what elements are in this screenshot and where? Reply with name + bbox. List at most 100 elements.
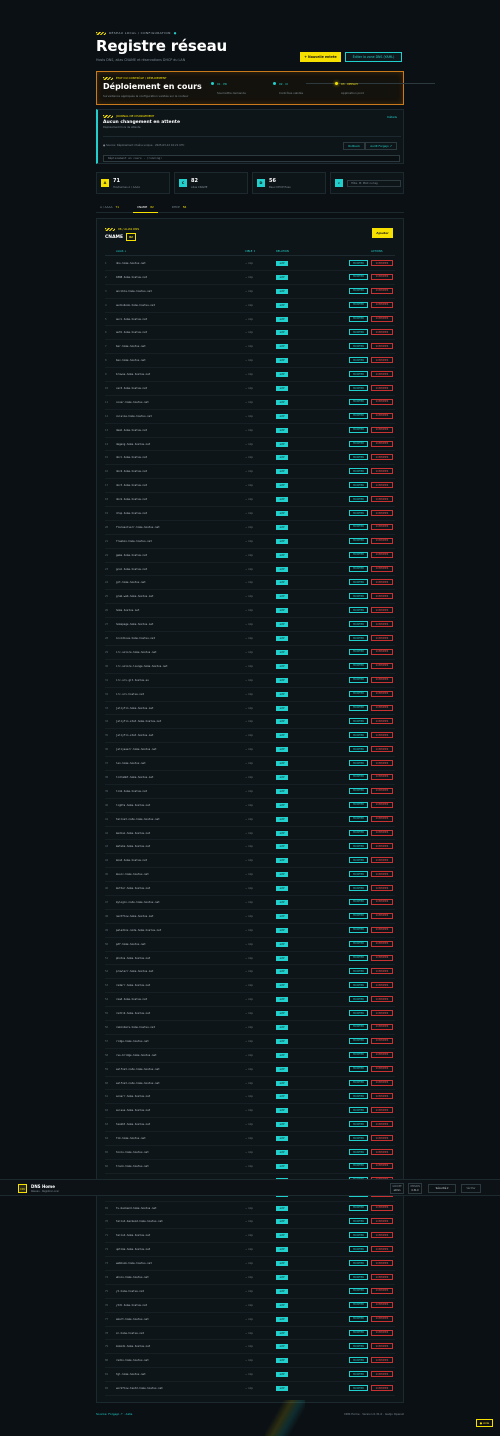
edit-button[interactable]: MODIFIER [349,940,368,947]
delete-button[interactable]: SUPPRIMER [371,1246,393,1253]
delete-button[interactable]: SUPPRIMER [371,898,393,905]
delete-button[interactable]: SUPPRIMER [371,440,393,447]
col-alias[interactable]: ALIAS ↓ [116,250,126,253]
edit-button[interactable]: MODIFIER [349,926,368,933]
edit-button[interactable]: MODIFIER [349,1343,368,1350]
delete-button[interactable]: SUPPRIMER [371,1065,393,1072]
delete-button[interactable]: SUPPRIMER [371,1149,393,1155]
rollback-button[interactable]: Rollback [343,142,365,150]
delete-button[interactable]: SUPPRIMER [371,1274,393,1281]
edit-button[interactable]: MODIFIER [349,1232,368,1239]
delete-button[interactable]: SUPPRIMER [371,1037,393,1044]
delete-button[interactable]: SUPPRIMER [371,579,393,586]
add-button[interactable]: Ajouter [372,228,393,238]
edit-button[interactable]: MODIFIER [349,829,368,836]
col-target[interactable]: CIBLE ↕ [245,250,255,253]
delete-button[interactable]: SUPPRIMER [371,329,393,336]
delete-button[interactable]: SUPPRIMER [371,607,393,614]
delete-button[interactable]: SUPPRIMER [371,843,393,850]
delete-button[interactable]: SUPPRIMER [371,426,393,433]
edit-button[interactable]: MODIFIER [349,1371,368,1378]
edit-button[interactable]: MODIFIER [349,1107,368,1114]
edit-button[interactable]: MODIFIER [349,871,368,878]
edit-button[interactable]: MODIFIER [349,968,368,975]
security-select[interactable]: Sécurité ▾ [428,1184,456,1193]
edit-button[interactable]: MODIFIER [349,593,368,600]
delete-button[interactable]: SUPPRIMER [371,482,393,489]
edit-button[interactable]: MODIFIER [349,635,368,642]
edit-button[interactable]: MODIFIER [349,343,368,350]
help-button[interactable]: ● Aide [476,1419,493,1427]
edit-button[interactable]: MODIFIER [349,454,368,461]
journal-details-link[interactable]: Détails [387,115,397,119]
edit-button[interactable]: MODIFIER [349,398,368,405]
edit-button[interactable]: MODIFIER [349,898,368,905]
edit-button[interactable]: MODIFIER [349,523,368,530]
edit-button[interactable]: MODIFIER [349,746,368,753]
delete-button[interactable]: SUPPRIMER [371,1162,393,1169]
delete-button[interactable]: SUPPRIMER [371,662,393,669]
edit-button[interactable]: MODIFIER [349,676,368,683]
edit-button[interactable]: MODIFIER [349,760,368,767]
edit-button[interactable]: MODIFIER [349,1135,368,1142]
edit-button[interactable]: MODIFIER [349,996,368,1003]
delete-button[interactable]: SUPPRIMER [371,718,393,725]
edit-button[interactable]: MODIFIER [349,440,368,447]
delete-button[interactable]: SUPPRIMER [371,510,393,517]
edit-button[interactable]: MODIFIER [349,732,368,739]
edit-button[interactable]: MODIFIER [349,1385,368,1392]
delete-button[interactable]: SUPPRIMER [371,551,393,558]
edit-button[interactable]: MODIFIER [349,551,368,558]
audit-button[interactable]: Audit Forgejo ↗ [365,142,397,150]
delete-button[interactable]: SUPPRIMER [371,371,393,378]
delete-button[interactable]: SUPPRIMER [371,1204,393,1211]
edit-button[interactable]: MODIFIER [349,482,368,489]
delete-button[interactable]: SUPPRIMER [371,968,393,975]
edit-button[interactable]: MODIFIER [349,885,368,892]
edit-button[interactable]: MODIFIER [349,426,368,433]
edit-button[interactable]: MODIFIER [349,982,368,989]
tab-a-aaaa[interactable]: A / AAAA 71 [96,205,123,212]
delete-button[interactable]: SUPPRIMER [371,954,393,961]
edit-button[interactable]: MODIFIER [349,1260,368,1267]
edit-button[interactable]: MODIFIER [349,412,368,419]
delete-button[interactable]: SUPPRIMER [371,1357,393,1364]
delete-button[interactable]: SUPPRIMER [371,398,393,405]
edit-button[interactable]: MODIFIER [349,912,368,919]
search-input[interactable]: Hôte, IP, MAC ou tag [347,180,401,187]
edit-button[interactable]: MODIFIER [349,565,368,572]
delete-button[interactable]: SUPPRIMER [371,1371,393,1378]
edit-button[interactable]: MODIFIER [349,260,368,266]
edit-button[interactable]: MODIFIER [349,1149,368,1155]
edit-button[interactable]: MODIFIER [349,1218,368,1225]
edit-button[interactable]: MODIFIER [349,843,368,850]
edit-button[interactable]: MODIFIER [349,607,368,614]
edit-button[interactable]: MODIFIER [349,1037,368,1044]
edit-button[interactable]: MODIFIER [349,579,368,586]
delete-button[interactable]: SUPPRIMER [371,287,393,294]
edit-button[interactable]: MODIFIER [349,357,368,364]
edit-button[interactable]: MODIFIER [349,1315,368,1322]
edit-button[interactable]: MODIFIER [349,287,368,294]
verify-button[interactable]: Vérifier [461,1184,481,1193]
edit-button[interactable]: MODIFIER [349,1010,368,1017]
delete-button[interactable]: SUPPRIMER [371,385,393,392]
delete-button[interactable]: SUPPRIMER [371,343,393,350]
delete-button[interactable]: SUPPRIMER [371,1315,393,1322]
edit-button[interactable]: MODIFIER [349,1246,368,1253]
delete-button[interactable]: SUPPRIMER [371,1329,393,1336]
edit-button[interactable]: MODIFIER [349,857,368,864]
edit-button[interactable]: MODIFIER [349,273,368,280]
delete-button[interactable]: SUPPRIMER [371,746,393,753]
tab-cname[interactable]: CNAME 82 [133,205,158,213]
edit-button[interactable]: MODIFIER [349,371,368,378]
delete-button[interactable]: SUPPRIMER [371,982,393,989]
delete-button[interactable]: SUPPRIMER [371,1107,393,1114]
edit-button[interactable]: MODIFIER [349,1301,368,1308]
edit-button[interactable]: MODIFIER [349,1023,368,1030]
edit-button[interactable]: MODIFIER [349,787,368,794]
edit-button[interactable]: MODIFIER [349,510,368,517]
delete-button[interactable]: SUPPRIMER [371,690,393,697]
delete-button[interactable]: SUPPRIMER [371,260,393,266]
delete-button[interactable]: SUPPRIMER [371,1079,393,1086]
